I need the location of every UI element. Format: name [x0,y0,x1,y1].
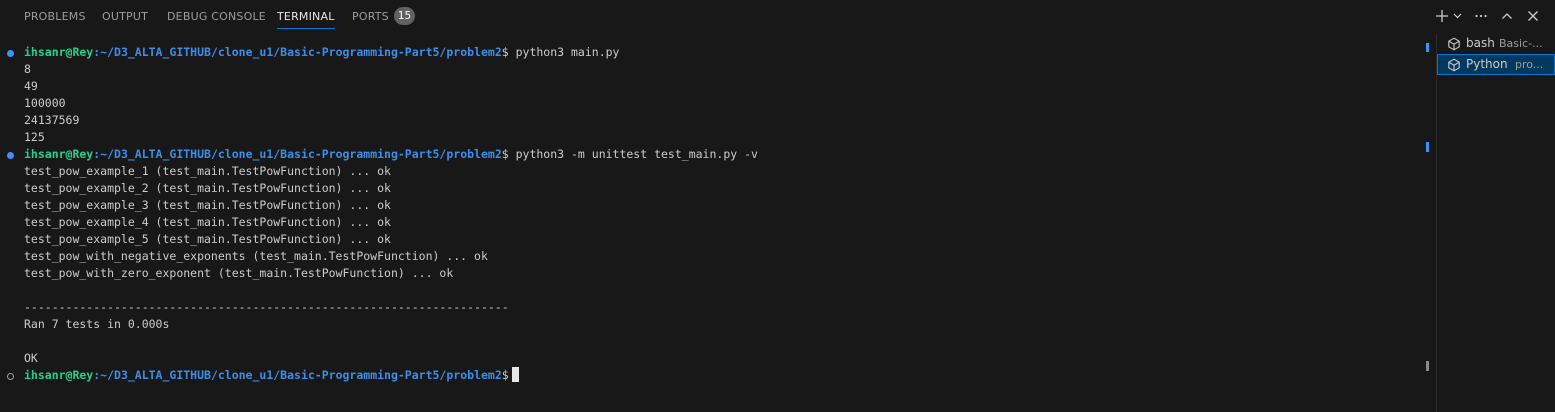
output-line: 49 [24,79,38,93]
prompt-symbol: $ [501,147,509,161]
maximize-panel-button[interactable] [1499,6,1515,26]
terminal-icon [1448,58,1460,72]
prompt-path: :~/D3_ALTA_GITHUB/clone_u1/Basic-Program… [93,45,502,59]
more-actions-button[interactable] [1473,6,1489,26]
prompt-user: ihsanr@Rey [24,147,94,161]
scrollbar-command-marker [1426,43,1429,52]
output-line: 100000 [24,96,66,110]
separator-line: ----------------------------------------… [24,300,509,314]
command-success-decoration[interactable] [7,152,14,159]
chevron-up-icon [1502,13,1512,19]
new-terminal-button[interactable] [1434,6,1450,26]
terminal-cursor [511,367,519,382]
command-success-decoration[interactable] [7,50,14,57]
terminal-output[interactable]: ihsanr@Rey:~/D3_ALTA_GITHUB/clone_u1/Bas… [0,44,1420,404]
terminal-tab-description: pro... [1515,58,1544,71]
test-result-line: test_pow_example_4 (test_main.TestPowFun… [24,215,391,229]
prompt-symbol: $ [501,45,509,59]
terminal-icon [1448,37,1460,51]
scrollbar-command-marker [1426,361,1429,371]
test-result-line: test_pow_example_1 (test_main.TestPowFun… [24,164,391,178]
tab-ports[interactable]: PORTS [352,0,389,34]
terminal-tab-python[interactable]: Python pro... [1437,54,1555,75]
prompt-path: :~/D3_ALTA_GITHUB/clone_u1/Basic-Program… [93,368,502,382]
command-text: python3 main.py [508,45,620,59]
panel-tabbar: PROBLEMS OUTPUT DEBUG CONSOLE TERMINAL P… [0,0,1555,34]
prompt-path: :~/D3_ALTA_GITHUB/clone_u1/Basic-Program… [93,147,502,161]
plus-icon [1436,10,1448,22]
test-result-line: test_pow_example_2 (test_main.TestPowFun… [24,181,391,195]
terminal-dropdown-button[interactable] [1452,6,1462,26]
terminal-list-splitter[interactable] [1436,34,1437,412]
terminal-tab-bash[interactable]: bash Basic-... [1437,33,1555,54]
close-panel-button[interactable] [1525,6,1541,26]
close-icon [1528,11,1538,21]
ellipsis-icon [1475,14,1487,18]
output-line: 125 [24,130,45,144]
output-line: 8 [24,62,31,76]
output-line: 24137569 [24,113,80,127]
ports-count-badge: 15 [394,7,415,25]
terminal-tab-name: Python [1466,57,1508,71]
prompt-user: ihsanr@Rey [24,45,94,59]
status-line: OK [24,351,38,365]
test-result-line: test_pow_example_3 (test_main.TestPowFun… [24,198,391,212]
tab-output[interactable]: OUTPUT [102,0,148,34]
test-result-line: test_pow_with_zero_exponent (test_main.T… [24,266,454,280]
prompt-line-1: ihsanr@Rey:~/D3_ALTA_GITHUB/clone_u1/Bas… [24,44,619,61]
prompt-line-current: ihsanr@Rey:~/D3_ALTA_GITHUB/clone_u1/Bas… [24,367,519,384]
prompt-user: ihsanr@Rey [24,368,94,382]
test-result-line: test_pow_with_negative_exponents (test_m… [24,249,488,263]
test-result-line: test_pow_example_5 (test_main.TestPowFun… [24,232,391,246]
pending-command-decoration[interactable] [7,373,14,380]
tab-problems[interactable]: PROBLEMS [24,0,86,34]
chevron-down-icon [1453,13,1461,19]
command-text: python3 -m unittest test_main.py -v [508,147,758,161]
terminal-tab-name: bash [1466,36,1495,50]
prompt-line-2: ihsanr@Rey:~/D3_ALTA_GITHUB/clone_u1/Bas… [24,146,758,163]
terminal-tab-description: Basic-... [1499,37,1543,50]
summary-line: Ran 7 tests in 0.000s [24,317,170,331]
scrollbar-command-marker [1426,142,1429,152]
tab-terminal[interactable]: TERMINAL [277,0,335,34]
prompt-symbol: $ [501,368,509,382]
tab-debug-console[interactable]: DEBUG CONSOLE [167,0,266,34]
